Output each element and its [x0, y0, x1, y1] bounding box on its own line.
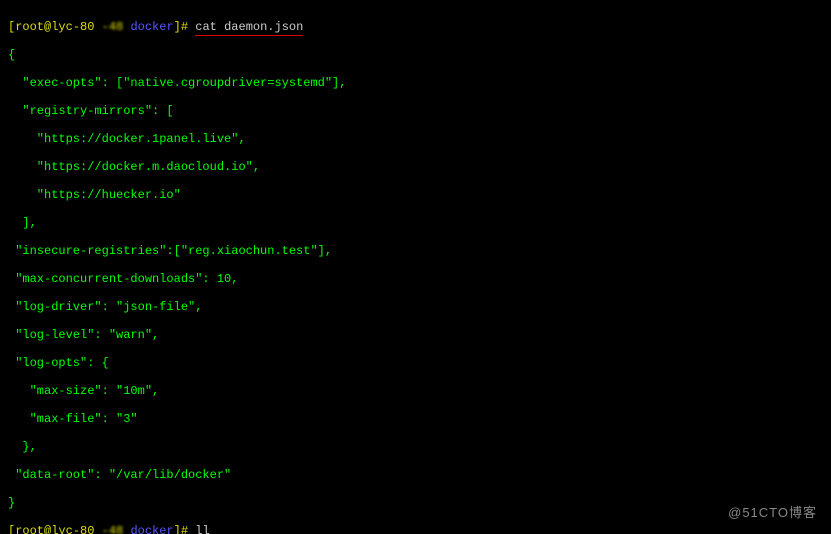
watermark: @51CTO博客 — [728, 506, 817, 520]
cmd-ll: ll — [195, 524, 209, 534]
prompt-line[interactable]: [root@lyc-80 -48 docker]# ll — [8, 524, 825, 534]
terminal[interactable]: [root@lyc-80 -48 docker]# cat daemon.jso… — [8, 6, 825, 534]
cmd-cat: cat daemon.json — [195, 20, 303, 36]
prompt-line[interactable]: [root@lyc-80 -48 docker]# cat daemon.jso… — [8, 20, 825, 34]
json-output: { — [8, 48, 825, 62]
